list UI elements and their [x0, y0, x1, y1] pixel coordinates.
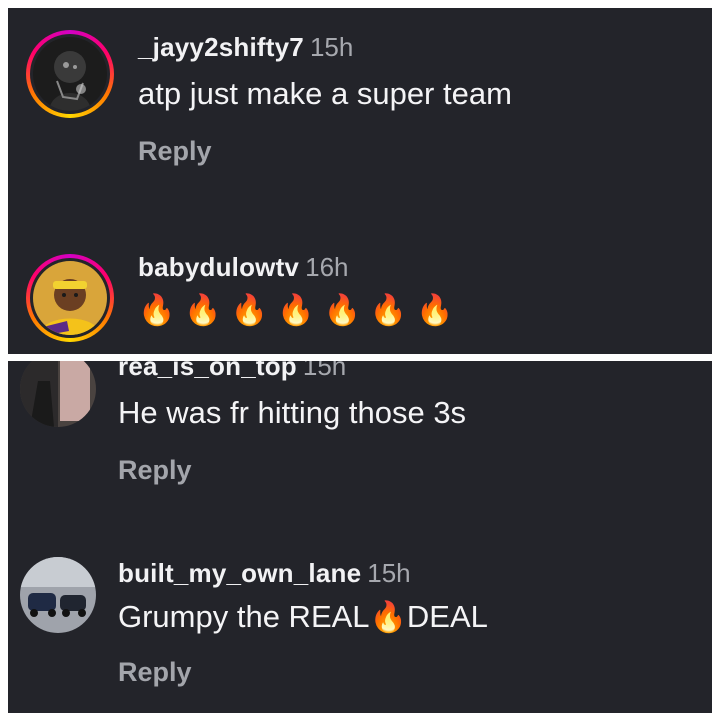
timestamp: 15h [367, 558, 411, 588]
avatar-image [20, 557, 96, 633]
comments-panel-top: _jayy2shifty7 15h atp just make a super t… [8, 8, 712, 354]
timestamp: 15h [309, 32, 354, 62]
comment-emoji-row: 🔥 🔥 🔥 🔥 🔥 🔥 🔥 [138, 292, 463, 328]
avatar[interactable] [20, 557, 96, 633]
fire-emoji: 🔥 [230, 294, 269, 327]
avatar[interactable] [20, 361, 96, 427]
comment-header: rea_is_on_top 15h [118, 361, 346, 382]
comment-header: babydulowtv 16h [138, 252, 349, 283]
username[interactable]: _jayy2shifty7 [138, 32, 304, 62]
avatar[interactable] [33, 37, 107, 111]
comment-header: _jayy2shifty7 15h [138, 32, 353, 63]
avatar-image [20, 361, 96, 427]
comment-text-after: DEAL [406, 599, 488, 634]
timestamp: 15h [302, 361, 347, 381]
fire-emoji: 🔥 [138, 294, 176, 327]
comment-text: atp just make a super team [138, 76, 512, 111]
username[interactable]: rea_is_on_top [118, 361, 297, 381]
username[interactable]: babydulowtv [138, 252, 299, 282]
timestamp: 16h [305, 252, 349, 282]
comment-text: He was fr hitting those 3s [118, 395, 467, 430]
comment-text-before: Grumpy the REAL [118, 599, 370, 634]
fire-emoji: 🔥 [323, 294, 361, 327]
avatar[interactable] [33, 261, 107, 335]
avatar-image [33, 37, 107, 111]
fire-emoji: 🔥 [369, 294, 408, 327]
fire-emoji: 🔥 [277, 294, 315, 327]
avatar-image [33, 261, 107, 335]
reply-button[interactable]: Reply [118, 657, 192, 688]
fire-emoji: 🔥 [369, 601, 407, 634]
comment-text: Grumpy the REAL🔥DEAL [118, 599, 488, 635]
comments-panel-bottom: rea_is_on_top 15h He was fr hitting those… [8, 361, 712, 713]
reply-button[interactable]: Reply [138, 136, 212, 167]
username[interactable]: built_my_own_lane [118, 558, 361, 588]
fire-emoji: 🔥 [184, 294, 222, 327]
reply-button[interactable]: Reply [118, 455, 192, 486]
comment-header: built_my_own_lane 15h [118, 558, 411, 589]
fire-emoji: 🔥 [416, 294, 454, 327]
